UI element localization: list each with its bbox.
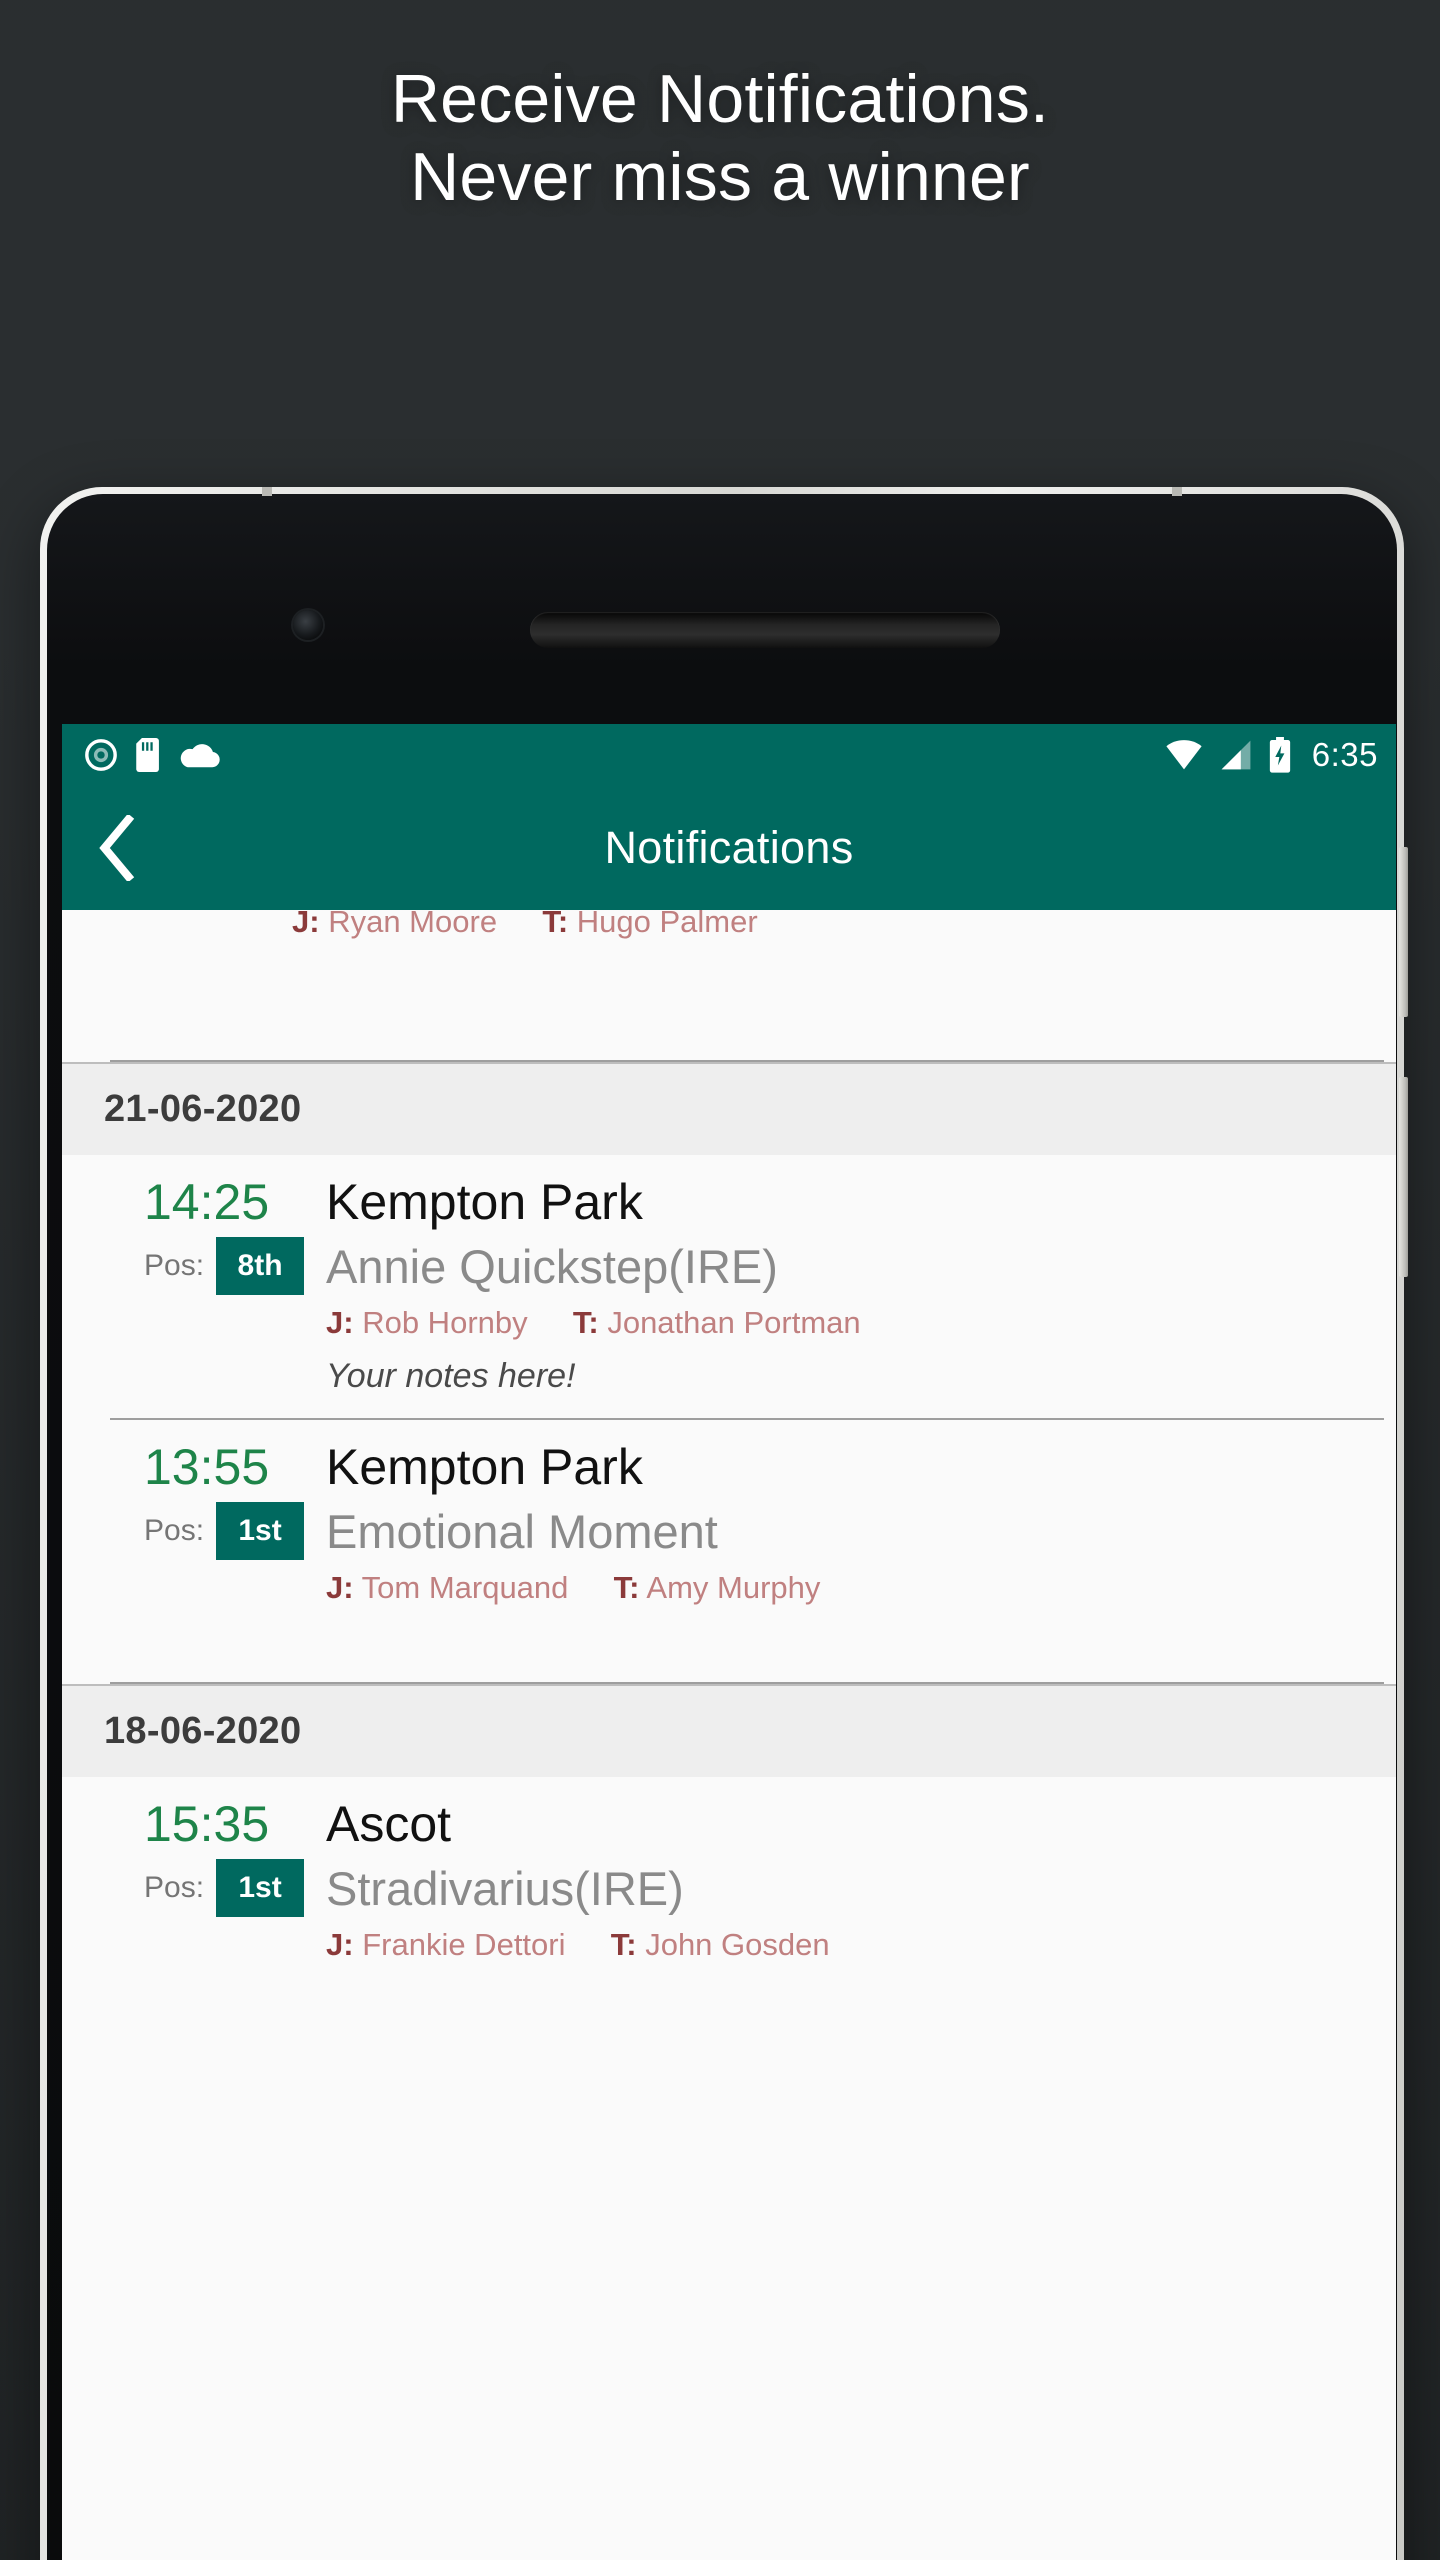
position-label: Pos: bbox=[144, 1871, 205, 1904]
earpiece-speaker bbox=[530, 612, 1000, 648]
status-bar-clock: 6:35 bbox=[1311, 736, 1378, 773]
jockey-name: Ryan Moore bbox=[328, 910, 498, 939]
app-bar: Notifications bbox=[62, 786, 1396, 910]
position-wrap: Pos: 1st bbox=[144, 1859, 326, 1917]
cell-signal-icon bbox=[1221, 740, 1251, 770]
race-time: 15:35 bbox=[144, 1796, 270, 1852]
power-button[interactable] bbox=[1399, 1077, 1408, 1277]
jockey-name: Frankie Dettori bbox=[362, 1927, 566, 1962]
course-name: Ascot bbox=[326, 1796, 452, 1852]
page-title: Notifications bbox=[604, 822, 854, 873]
back-button[interactable] bbox=[62, 786, 172, 910]
headline-line-2: Never miss a winner bbox=[410, 139, 1030, 216]
date-header: 21-06-2020 bbox=[62, 1062, 1396, 1155]
trainer-name: Hugo Palmer bbox=[576, 910, 758, 939]
position-wrap: Pos: 8th bbox=[144, 1237, 326, 1295]
cloud-icon bbox=[180, 744, 220, 768]
trainer-key: T: bbox=[542, 910, 569, 939]
notification-item[interactable]: 15:35 Ascot Pos: 1st Stradivarius(IRE) J… bbox=[110, 1777, 1384, 1985]
jockey-key: J: bbox=[292, 910, 320, 939]
horse-name: Stradivarius(IRE) bbox=[326, 1861, 684, 1915]
volume-button[interactable] bbox=[1399, 847, 1408, 1017]
jockey-name: Tom Marquand bbox=[361, 1570, 569, 1605]
race-header: 15:35 Ascot bbox=[144, 1795, 1350, 1853]
race-time: 14:25 bbox=[144, 1174, 270, 1230]
phone-screen: 6:35 Notifications J: Ryan Moore T: Hugo… bbox=[62, 724, 1396, 2560]
race-header: 14:25 Kempton Park bbox=[144, 1173, 1350, 1231]
notification-item-clipped[interactable]: J: Ryan Moore T: Hugo Palmer bbox=[110, 910, 1384, 1062]
jockey-key: J: bbox=[326, 1305, 354, 1340]
jockey-key: J: bbox=[326, 1570, 354, 1605]
course-name: Kempton Park bbox=[326, 1174, 643, 1230]
wifi-icon bbox=[1166, 740, 1202, 770]
date-header: 18-06-2020 bbox=[62, 1684, 1396, 1777]
sd-card-icon bbox=[136, 738, 159, 772]
status-bar: 6:35 bbox=[62, 724, 1396, 786]
trainer-name: Jonathan Portman bbox=[607, 1305, 861, 1340]
notifications-list[interactable]: J: Ryan Moore T: Hugo Palmer 21-06-2020 … bbox=[62, 910, 1396, 1985]
trainer-key: T: bbox=[572, 1305, 599, 1340]
headline-line-1: Receive Notifications. bbox=[390, 61, 1050, 137]
antenna-notch-right bbox=[1172, 487, 1182, 496]
horse-row: Pos: 1st Emotional Moment bbox=[144, 1502, 1350, 1560]
horse-row: Pos: 1st Stradivarius(IRE) bbox=[144, 1859, 1350, 1917]
jockey-trainer-line: J: Rob Hornby T: Jonathan Portman bbox=[144, 1305, 1350, 1341]
race-header: 13:55 Kempton Park bbox=[144, 1438, 1350, 1496]
chevron-left-icon bbox=[99, 815, 135, 881]
notification-item[interactable]: 14:25 Kempton Park Pos: 8th Annie Quicks… bbox=[110, 1155, 1384, 1420]
position-label: Pos: bbox=[144, 1514, 205, 1547]
promo-screenshot: Receive Notifications. Never miss a winn… bbox=[0, 0, 1440, 2560]
jockey-trainer-line: J: Ryan Moore T: Hugo Palmer bbox=[110, 910, 758, 940]
position-wrap: Pos: 1st bbox=[144, 1502, 326, 1560]
position-badge: 8th bbox=[216, 1237, 305, 1295]
notification-item[interactable]: 13:55 Kempton Park Pos: 1st Emotional Mo… bbox=[110, 1420, 1384, 1684]
jockey-trainer-line: J: Tom Marquand T: Amy Murphy bbox=[144, 1570, 1350, 1606]
trainer-name: John Gosden bbox=[645, 1927, 830, 1962]
position-badge: 1st bbox=[216, 1502, 305, 1560]
trainer-key: T: bbox=[613, 1570, 640, 1605]
status-bar-right-icons: 6:35 bbox=[1164, 736, 1378, 774]
notes-text[interactable]: Your notes here! bbox=[144, 1357, 1350, 1396]
row-spacer bbox=[144, 1606, 1350, 1660]
jockey-name: Rob Hornby bbox=[362, 1305, 528, 1340]
position-label: Pos: bbox=[144, 1249, 205, 1282]
promo-headline: Receive Notifications. Never miss a winn… bbox=[0, 60, 1440, 216]
phone-mockup: 6:35 Notifications J: Ryan Moore T: Hugo… bbox=[40, 487, 1408, 2560]
trainer-name: Amy Murphy bbox=[646, 1570, 821, 1605]
position-badge: 1st bbox=[216, 1859, 305, 1917]
jockey-trainer-line: J: Frankie Dettori T: John Gosden bbox=[144, 1927, 1350, 1963]
front-camera-icon bbox=[293, 610, 323, 640]
record-circle-icon bbox=[85, 739, 117, 771]
horse-row: Pos: 8th Annie Quickstep(IRE) bbox=[144, 1237, 1350, 1295]
battery-charging-icon bbox=[1269, 737, 1290, 773]
jockey-key: J: bbox=[326, 1927, 354, 1962]
course-name: Kempton Park bbox=[326, 1439, 643, 1495]
race-time: 13:55 bbox=[144, 1439, 270, 1495]
horse-name: Emotional Moment bbox=[326, 1504, 718, 1558]
horse-name: Annie Quickstep(IRE) bbox=[326, 1239, 778, 1293]
phone-bezel: 6:35 Notifications J: Ryan Moore T: Hugo… bbox=[47, 494, 1397, 2560]
status-bar-left-icons bbox=[84, 738, 220, 772]
trainer-key: T: bbox=[610, 1927, 637, 1962]
antenna-notch-left bbox=[262, 487, 272, 496]
